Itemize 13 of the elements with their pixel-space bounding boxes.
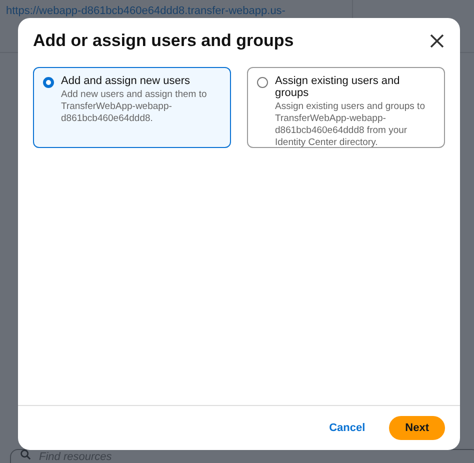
next-button[interactable]: Next — [389, 416, 445, 440]
option-description: Add new users and assign them to TransferWebApp-webapp-d861bcb460e64ddd8. — [61, 89, 208, 125]
option-card[interactable]: Assign existing users and groups Assign existing users and groups to TransferWebApp-webapp-d861bcb460e64ddd8 from your Identity Center directory. — [247, 67, 445, 148]
option-card[interactable]: Add and assign new users Add new users and assign them to TransferWebApp-webapp-d861bcb460e64ddd8. — [33, 67, 231, 148]
close-icon[interactable] — [430, 34, 444, 48]
search-icon — [20, 449, 31, 460]
cancel-button[interactable]: Cancel — [323, 418, 372, 438]
radio-button[interactable] — [257, 77, 268, 88]
dialog-title: Add or assign users and groups — [33, 31, 294, 51]
option-label: Assign existing users and groups — [275, 75, 401, 99]
radio-button[interactable] — [43, 77, 54, 88]
option-description: Assign existing users and groups to TransferWebApp-webapp-d861bcb460e64ddd8 from your Identity Center directory. — [275, 101, 426, 149]
option-label: Add and assign new users — [61, 75, 192, 87]
